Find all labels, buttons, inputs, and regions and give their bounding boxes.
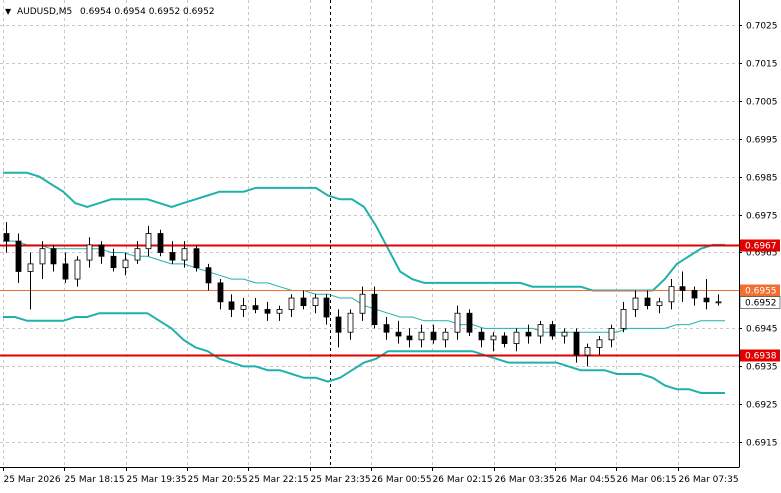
candle <box>193 244 200 272</box>
current-price-label: 0.6952 <box>745 299 777 309</box>
candle-body <box>74 259 81 280</box>
candle-body <box>679 286 686 291</box>
candle-body <box>217 282 224 303</box>
y-tick-label: 0.6975 <box>746 212 778 222</box>
candle-body <box>715 301 722 304</box>
candle-body <box>371 293 378 326</box>
chart-window[interactable]: 0.7025 0.7015 0.7005 0.6995 0.6985 0.6975 0.69… <box>0 0 781 489</box>
candle-body <box>15 240 22 272</box>
candle-body <box>406 335 413 341</box>
orange-level-label: 0.6955 <box>745 287 777 297</box>
candle-body <box>656 301 663 307</box>
candle-body <box>347 312 354 333</box>
candle-body <box>549 324 556 337</box>
candle-body <box>300 297 307 307</box>
y-tick-label: 0.6995 <box>746 136 778 146</box>
candle-body <box>39 248 46 265</box>
candle-body <box>608 328 615 341</box>
candle-body <box>252 305 259 310</box>
candle-body <box>50 248 57 265</box>
candle-body <box>584 347 591 356</box>
y-tick-label: 0.6925 <box>746 401 778 411</box>
candle-body <box>573 331 580 356</box>
x-tick-label: 26 Mar 06:15 <box>617 475 677 485</box>
candle-body <box>122 259 129 269</box>
candle-body <box>134 248 141 261</box>
x-tick-label: 26 Mar 03:35 <box>495 475 555 485</box>
candle-body <box>110 255 117 269</box>
candle-body <box>359 293 366 314</box>
candle-body <box>395 331 402 337</box>
candle-body <box>430 331 437 341</box>
candle <box>157 229 164 257</box>
x-tick-label: 25 Mar 22:15 <box>249 475 309 485</box>
y-tick-label: 0.6945 <box>746 325 778 335</box>
candle-body <box>501 335 508 345</box>
candle-body <box>525 331 532 337</box>
candle-body <box>312 297 319 307</box>
candle-body <box>169 252 176 261</box>
level-price-label: 0.6938 <box>745 352 777 362</box>
candle-body <box>537 324 544 337</box>
candle-body <box>466 312 473 333</box>
candle-body <box>478 331 485 341</box>
candle-body <box>98 244 105 257</box>
y-tick-label: 0.7025 <box>746 22 778 32</box>
candle-body <box>383 324 390 333</box>
x-tick-label: 26 Mar 02:15 <box>433 475 493 485</box>
candle-body <box>596 339 603 348</box>
ohlc-values: 0.6954 0.6954 0.6952 0.6952 <box>80 7 215 17</box>
candle-body <box>240 305 247 310</box>
candle-body <box>86 244 93 261</box>
candle-body <box>632 297 639 310</box>
x-tick-label: 26 Mar 00:55 <box>372 475 432 485</box>
y-tick-label: 0.6985 <box>746 174 778 184</box>
candle-body <box>561 331 568 337</box>
candle-body <box>264 309 271 314</box>
candle-body <box>3 233 10 242</box>
x-tick-label: 25 Mar 2026 <box>4 475 61 485</box>
candle-body <box>205 267 212 284</box>
candle-body <box>228 301 235 310</box>
chart-header: ▼ AUDUSD,M5 0.6954 0.6954 0.6952 0.6952 <box>5 7 215 17</box>
candle-body <box>288 297 295 310</box>
y-tick-label: 0.6935 <box>746 363 778 373</box>
x-tick-label: 25 Mar 19:35 <box>127 475 187 485</box>
y-tick-label: 0.6915 <box>746 439 778 449</box>
symbol-dropdown-icon[interactable]: ▼ <box>5 7 12 16</box>
candle-body <box>513 331 520 345</box>
candle-body <box>644 297 651 307</box>
x-tick-label: 25 Mar 18:15 <box>65 475 125 485</box>
candle-body <box>27 263 34 272</box>
candle-body <box>490 335 497 341</box>
candle-body <box>323 297 330 318</box>
candle <box>466 309 473 337</box>
x-tick-label: 25 Mar 20:55 <box>188 475 248 485</box>
candle-body <box>276 309 283 314</box>
symbol-timeframe: AUDUSD,M5 <box>17 7 72 17</box>
candle-body <box>691 290 698 299</box>
candle-body <box>157 233 164 253</box>
y-tick-label: 0.7015 <box>746 60 778 70</box>
candle-body <box>703 297 710 303</box>
candle-body <box>145 233 152 250</box>
x-tick-label: 26 Mar 04:55 <box>556 475 616 485</box>
candle-body <box>442 331 449 341</box>
candle-body <box>335 316 342 333</box>
candle-body <box>181 248 188 261</box>
y-tick-label: 0.7005 <box>746 98 778 108</box>
x-tick-label: 25 Mar 23:35 <box>311 475 371 485</box>
candle-body <box>668 286 675 303</box>
candle-body <box>62 263 69 280</box>
candle-body <box>418 331 425 341</box>
candle-body <box>620 309 627 329</box>
candle-body <box>454 312 461 333</box>
level-price-label: 0.6967 <box>745 242 777 252</box>
x-tick-label: 26 Mar 07:35 <box>679 475 739 485</box>
candle-body <box>193 248 200 269</box>
